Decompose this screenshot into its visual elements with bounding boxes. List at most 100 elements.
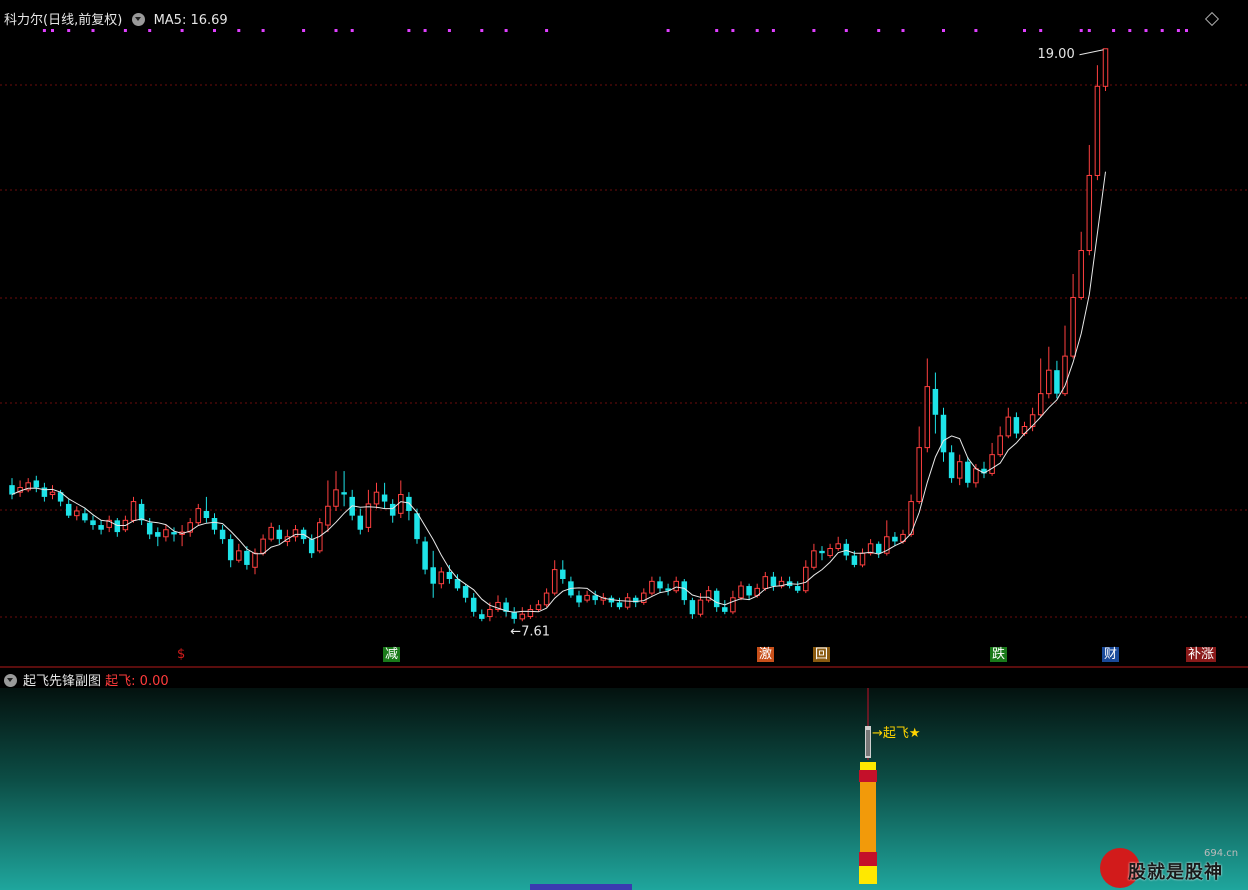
candle-down bbox=[98, 525, 104, 530]
candle-up bbox=[49, 491, 56, 496]
signal-dot bbox=[1023, 29, 1026, 32]
candle-up bbox=[252, 552, 258, 568]
candle-down bbox=[422, 541, 428, 570]
signal-dot bbox=[447, 29, 451, 32]
signal-dot bbox=[1128, 29, 1132, 32]
candle-down bbox=[1013, 417, 1020, 434]
candle-up bbox=[163, 529, 169, 538]
chart-header: 科力尔(日线,前复权) MA5: 16.69 bbox=[4, 9, 228, 28]
candle-up bbox=[1078, 250, 1084, 298]
candle-down bbox=[689, 600, 696, 615]
pattern-marker: 补涨 bbox=[1186, 647, 1217, 662]
candle-down bbox=[932, 388, 939, 415]
candle-down bbox=[681, 581, 688, 601]
candle-down bbox=[341, 492, 347, 495]
signal-dot bbox=[213, 29, 216, 32]
signal-dot bbox=[42, 29, 46, 32]
candle-down bbox=[875, 543, 882, 554]
signal-dot bbox=[1112, 29, 1116, 32]
candle-up bbox=[859, 552, 866, 566]
candle-down bbox=[211, 518, 218, 530]
signal-dot bbox=[480, 29, 484, 32]
signal-top-yellow bbox=[860, 762, 876, 770]
candle-up bbox=[260, 538, 266, 554]
candle-down bbox=[90, 520, 96, 526]
candle-down bbox=[892, 536, 898, 542]
candle-up bbox=[1029, 414, 1036, 427]
candle-down bbox=[114, 520, 121, 533]
signal-dot bbox=[755, 29, 759, 32]
liftoff-label: →起飞★ bbox=[872, 726, 921, 741]
signal-dot bbox=[1144, 29, 1148, 32]
candle-down bbox=[470, 597, 477, 612]
signal-dot bbox=[237, 29, 241, 32]
candle-down bbox=[138, 503, 145, 521]
candle-up bbox=[1094, 85, 1101, 176]
pattern-marker: 减 bbox=[383, 647, 401, 662]
candle-down bbox=[770, 576, 777, 587]
signal-dot bbox=[51, 29, 54, 32]
signal-dot bbox=[407, 29, 411, 32]
main-chart-panel[interactable]: 19.00 ←7.61 科力尔(日线,前复权) MA5: 16.69 bbox=[0, 0, 1248, 668]
candle-up bbox=[1086, 174, 1093, 252]
pattern-marker: 回 bbox=[813, 647, 831, 662]
sub-chart-background bbox=[0, 688, 1248, 890]
candle-down bbox=[948, 452, 955, 479]
candle-up bbox=[130, 501, 137, 521]
candle-down bbox=[479, 614, 485, 619]
date-cursor-bar bbox=[530, 884, 632, 890]
signal-dot bbox=[1185, 29, 1188, 32]
signal-dot bbox=[1176, 29, 1180, 32]
pattern-marker: 跌 bbox=[990, 647, 1008, 662]
chevron-down-icon[interactable] bbox=[132, 13, 146, 26]
candle-up bbox=[997, 435, 1003, 456]
signal-dot bbox=[504, 29, 508, 32]
candle-down bbox=[308, 539, 315, 554]
candle-up bbox=[1046, 369, 1052, 395]
signal-dot bbox=[148, 29, 152, 32]
candle-down bbox=[965, 461, 971, 483]
candle-down bbox=[616, 602, 623, 608]
candle-down bbox=[65, 503, 72, 516]
signal-red-band-top bbox=[859, 770, 877, 782]
signal-dot bbox=[1160, 29, 1164, 32]
signal-body-orange bbox=[860, 782, 876, 852]
signal-dot bbox=[942, 29, 945, 32]
signal-dot bbox=[180, 29, 184, 32]
candle-up bbox=[1070, 296, 1076, 357]
signal-base-yellow bbox=[859, 866, 877, 884]
candle-down bbox=[1054, 370, 1060, 394]
candle-down bbox=[819, 550, 825, 554]
candle-down bbox=[389, 503, 396, 516]
candlestick-chart[interactable]: 19.00 ←7.61 bbox=[0, 0, 1248, 668]
sub-chart-panel[interactable]: 起飞先锋副图 起飞: 0.00 bbox=[0, 668, 1248, 890]
liftoff-signal-bar bbox=[859, 762, 877, 884]
pattern-marker: 财 bbox=[1102, 647, 1120, 662]
candle-up bbox=[519, 613, 526, 620]
watermark-brand: 股就是股神 bbox=[1128, 862, 1223, 883]
candle-up bbox=[803, 566, 809, 592]
signal-dot bbox=[1039, 29, 1043, 32]
signal-dot bbox=[1087, 29, 1091, 32]
watermark-site: 694.cn bbox=[1204, 848, 1239, 859]
chevron-down-icon[interactable] bbox=[4, 674, 17, 687]
candle-up bbox=[487, 609, 493, 618]
signal-dot bbox=[91, 29, 95, 32]
signal-dot bbox=[334, 29, 338, 32]
candle-up bbox=[551, 569, 558, 594]
candle-down bbox=[414, 513, 420, 540]
candle-up bbox=[916, 447, 922, 503]
candle-down bbox=[851, 555, 858, 565]
candle-down bbox=[381, 494, 388, 502]
candle-up bbox=[811, 550, 817, 568]
sub-chart-title: 起飞先锋副图 bbox=[23, 674, 102, 689]
candle-down bbox=[406, 496, 412, 511]
high-price-label: 19.00 bbox=[1038, 47, 1075, 62]
candle-up bbox=[543, 592, 550, 606]
candle-down bbox=[713, 590, 720, 608]
candle-down bbox=[722, 607, 728, 612]
pattern-marker: $ bbox=[175, 647, 188, 662]
candle-up bbox=[195, 508, 202, 524]
signal-dot bbox=[545, 29, 549, 32]
candle-down bbox=[357, 515, 364, 530]
